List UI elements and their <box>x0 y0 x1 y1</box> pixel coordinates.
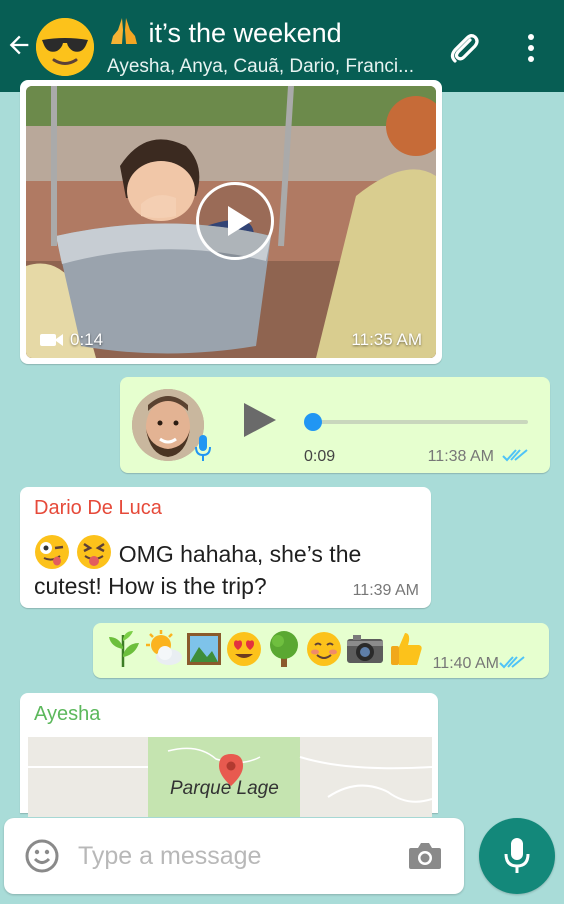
overflow-menu-button[interactable] <box>518 28 544 68</box>
text-message[interactable]: Dario De Luca OMG hahaha, she’s the cute… <box>20 487 431 608</box>
folded-hands-emoji-icon <box>111 18 137 44</box>
message-time: 11:40 AM <box>432 655 499 672</box>
message-time: 11:38 AM <box>427 448 494 465</box>
message-time: 11:39 AM <box>352 582 419 599</box>
emoji-button[interactable] <box>24 838 60 874</box>
paperclip-icon <box>450 34 479 63</box>
read-ticks-icon <box>499 656 525 669</box>
heart-eyes-icon <box>227 632 261 666</box>
microphone-icon <box>194 433 212 463</box>
video-duration-text: 0:14 <box>70 330 104 349</box>
chat-title-text: it’s the weekend <box>148 18 342 48</box>
squinting-tongue-emoji-icon <box>77 535 112 569</box>
camera-icon <box>409 843 441 869</box>
more-vert-icon <box>528 34 534 40</box>
tree-icon <box>270 631 298 667</box>
emoji-row <box>105 629 425 669</box>
voice-message[interactable]: 0:09 11:38 AM <box>120 377 550 473</box>
camera-button[interactable] <box>408 841 442 871</box>
video-thumbnail[interactable]: 0:14 11:35 AM <box>26 86 436 358</box>
group-avatar[interactable] <box>36 18 94 76</box>
play-video-button[interactable] <box>196 182 274 260</box>
sun-behind-cloud-icon <box>146 630 182 665</box>
audio-elapsed: 0:09 <box>304 448 336 465</box>
sender-name: Dario De Luca <box>34 497 162 519</box>
videocam-icon <box>40 334 63 346</box>
chat-header: it’s the weekend Ayesha, Anya, Cauã, Dar… <box>0 0 564 92</box>
attach-button[interactable] <box>444 28 484 68</box>
place-name: Parque Lage <box>170 778 279 799</box>
emoji-message[interactable]: 11:40 AM <box>93 623 549 678</box>
video-message[interactable]: 0:14 11:35 AM <box>20 80 442 364</box>
video-duration: 0:14 <box>40 330 103 350</box>
location-message[interactable]: Ayesha Parque Lage <box>20 693 438 817</box>
compose-bar <box>4 818 464 894</box>
microphone-icon <box>504 838 530 873</box>
message-input[interactable] <box>78 836 378 876</box>
herb-icon <box>109 631 139 667</box>
audio-seek-handle[interactable] <box>304 413 322 431</box>
chat-participants[interactable]: Ayesha, Anya, Cauã, Dario, Franci... <box>107 56 427 78</box>
winking-tongue-emoji-icon <box>35 535 69 569</box>
smiling-face-icon <box>307 632 341 666</box>
chat-title[interactable]: it’s the weekend <box>107 16 437 49</box>
thumbs-up-icon <box>391 633 422 665</box>
voice-record-button[interactable] <box>479 818 555 894</box>
read-ticks-icon <box>502 449 528 462</box>
arrow-left-icon <box>9 35 29 55</box>
play-audio-button[interactable] <box>244 403 276 437</box>
message-time: 11:35 AM <box>351 330 422 349</box>
sunglasses-emoji-icon <box>36 18 94 76</box>
framed-picture-icon <box>187 633 221 665</box>
smiley-face-icon <box>25 839 59 873</box>
audio-seek-track[interactable] <box>310 420 528 424</box>
sender-name: Ayesha <box>34 703 101 725</box>
camera-icon <box>347 635 383 663</box>
map-preview[interactable]: Parque Lage <box>28 737 432 817</box>
back-button[interactable] <box>4 30 34 60</box>
